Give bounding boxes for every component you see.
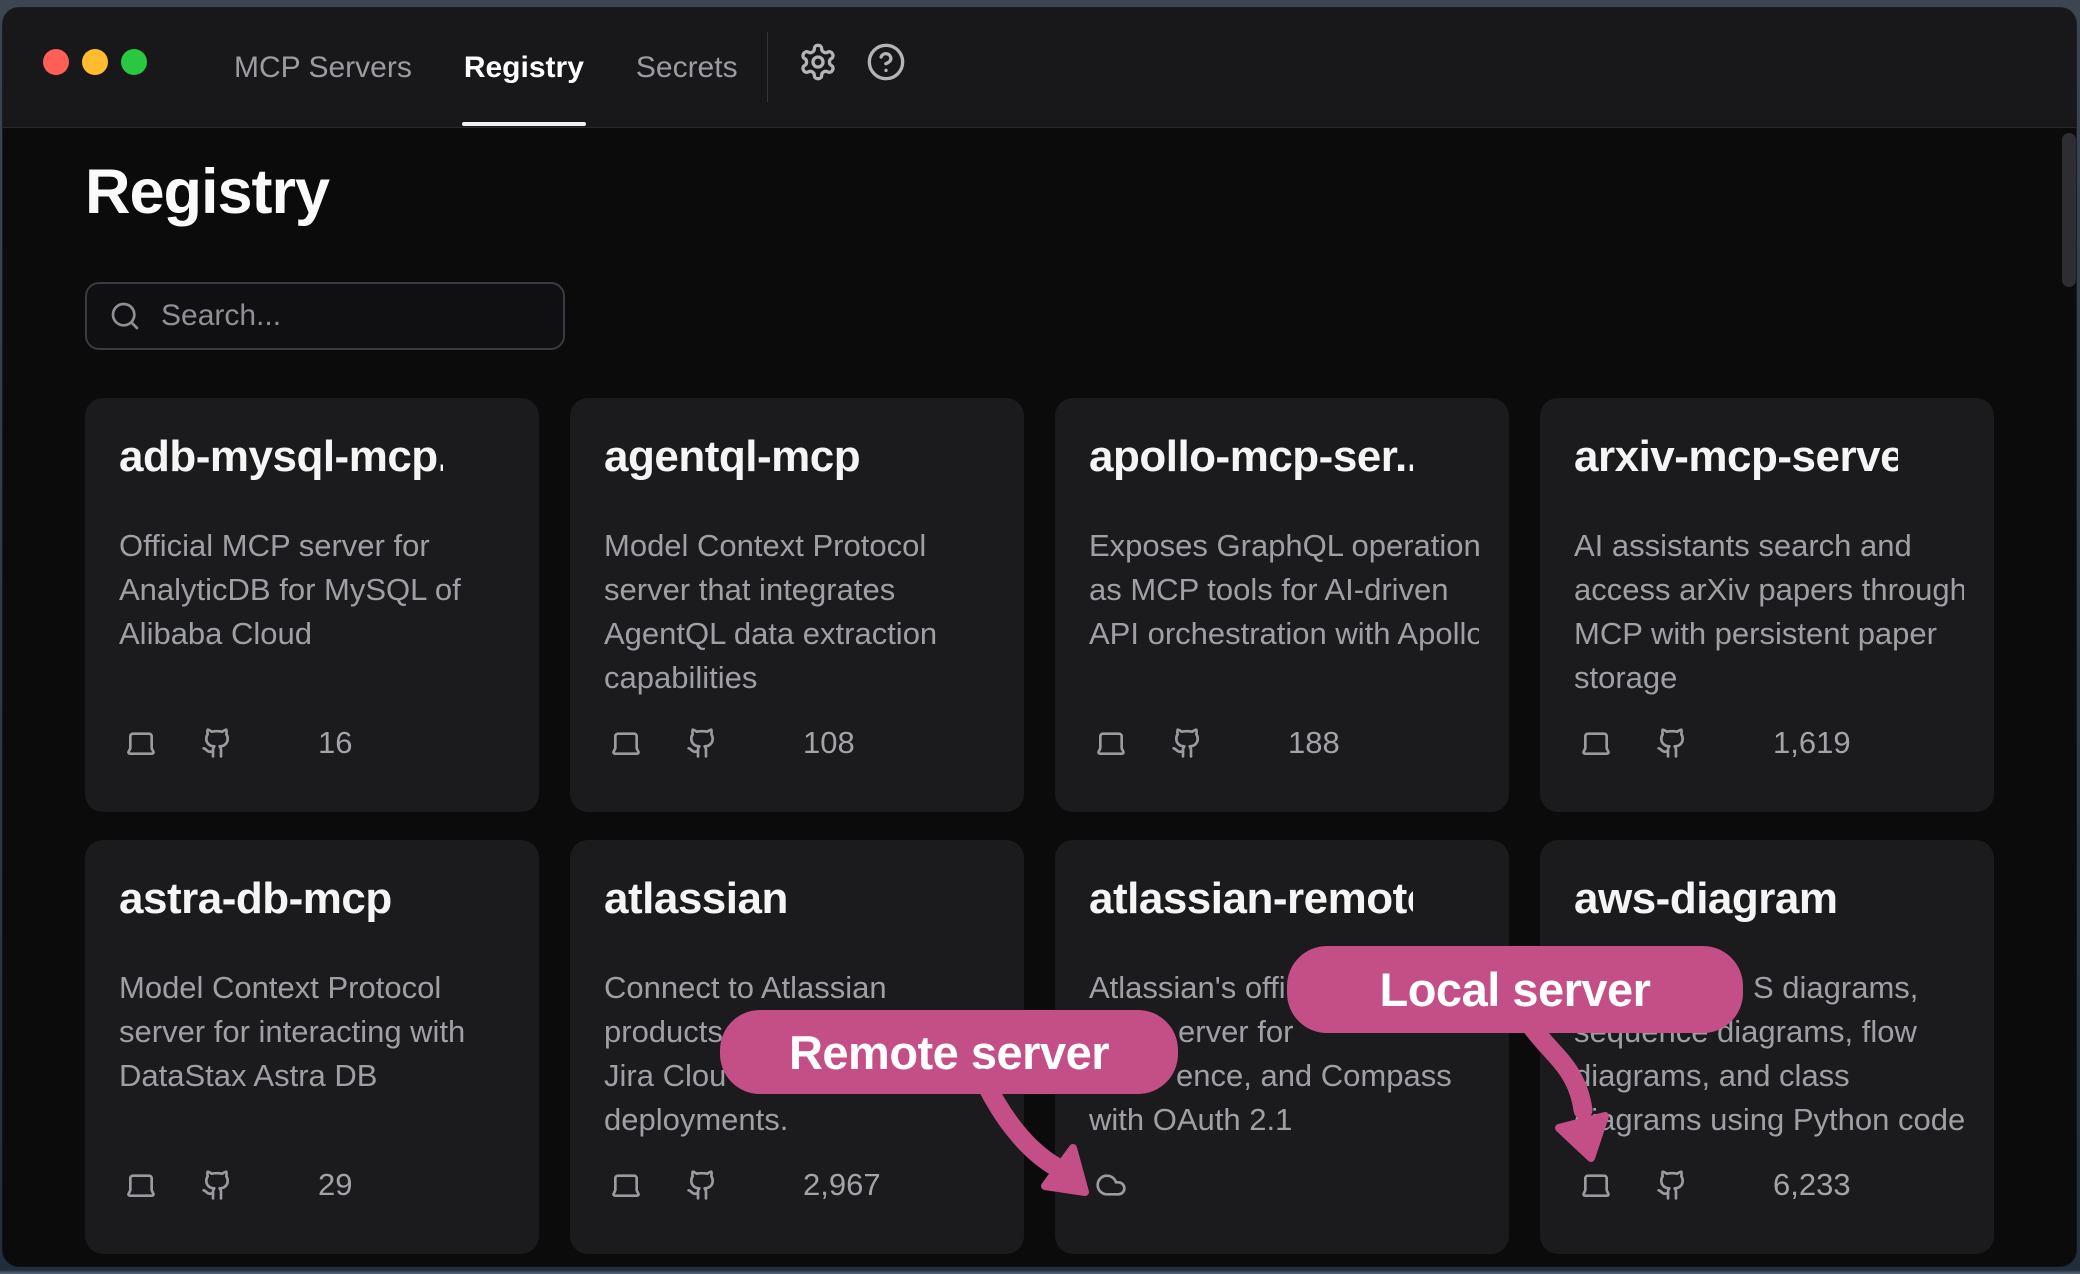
server-description: Model Context Protocolserver for interac… xyxy=(119,966,509,1098)
star-count: 29 xyxy=(318,1167,352,1203)
github-icon xyxy=(201,727,233,759)
github-icon xyxy=(1656,727,1688,759)
laptop-icon xyxy=(610,1169,642,1201)
laptop-icon xyxy=(125,1169,157,1201)
github-icon xyxy=(201,1169,233,1201)
add-server-button[interactable] xyxy=(1439,434,1483,478)
server-card[interactable]: arxiv-mcp-server AI assistants search an… xyxy=(1540,398,1994,812)
settings-gear-icon[interactable] xyxy=(798,42,838,82)
star-count: 188 xyxy=(1288,725,1340,761)
search-icon xyxy=(109,300,141,332)
server-description: Official MCP server forAnalyticDB for My… xyxy=(119,524,509,656)
server-card[interactable]: astra-db-mcp Model Context Protocolserve… xyxy=(85,840,539,1254)
page-title: Registry xyxy=(85,156,329,228)
github-icon xyxy=(1656,1169,1688,1201)
laptop-icon xyxy=(610,727,642,759)
app-window: MCP Servers Registry Secrets Registry ad… xyxy=(3,8,2076,1266)
server-card[interactable]: apollo-mcp-ser... Exposes GraphQL operat… xyxy=(1055,398,1509,812)
card-footer: 6,233 xyxy=(1580,1168,1851,1202)
tab-secrets[interactable]: Secrets xyxy=(634,8,740,128)
star-rating: 2,967 xyxy=(788,1167,881,1203)
server-card[interactable]: aws-diagram S diagrams,sequence diagrams… xyxy=(1540,840,1994,1254)
cloud-icon xyxy=(1095,1169,1127,1201)
add-server-button[interactable] xyxy=(954,434,998,478)
card-footer: 1,619 xyxy=(1580,726,1851,760)
main-tabs: MCP Servers Registry Secrets xyxy=(232,8,740,128)
laptop-icon xyxy=(1580,1169,1612,1201)
server-card[interactable]: agentql-mcp Model Context Protocolserver… xyxy=(570,398,1024,812)
capability-icons xyxy=(610,727,762,759)
server-description: Exposes GraphQL operationsas MCP tools f… xyxy=(1089,524,1479,656)
topbar-divider xyxy=(767,32,768,102)
github-icon xyxy=(1171,727,1203,759)
server-name: astra-db-mcp xyxy=(119,874,443,924)
add-server-button[interactable] xyxy=(954,876,998,920)
server-description: AI assistants search andaccess arXiv pap… xyxy=(1574,524,1964,700)
server-description: Model Context Protocolserver that integr… xyxy=(604,524,994,700)
star-rating: 6,233 xyxy=(1758,1167,1851,1203)
star-rating: 108 xyxy=(788,725,855,761)
add-server-button[interactable] xyxy=(1924,876,1968,920)
tab-mcp-servers[interactable]: MCP Servers xyxy=(232,8,414,128)
star-rating: 16 xyxy=(303,725,352,761)
github-icon xyxy=(686,727,718,759)
minimize-window-button[interactable] xyxy=(82,49,108,75)
server-name: atlassian-remote xyxy=(1089,874,1413,924)
card-footer xyxy=(1095,1168,1171,1202)
zoom-window-button[interactable] xyxy=(121,49,147,75)
help-icon[interactable] xyxy=(866,42,906,82)
add-server-button[interactable] xyxy=(469,434,513,478)
capability-icons xyxy=(125,727,277,759)
server-name: apollo-mcp-ser... xyxy=(1089,432,1413,482)
top-bar: MCP Servers Registry Secrets xyxy=(3,8,2076,128)
server-name: aws-diagram xyxy=(1574,874,1898,924)
capability-icons xyxy=(125,1169,277,1201)
github-icon xyxy=(686,1169,718,1201)
laptop-icon xyxy=(125,727,157,759)
capability-icons xyxy=(1580,727,1732,759)
laptop-icon xyxy=(1580,727,1612,759)
scrollbar-thumb[interactable] xyxy=(2062,133,2076,287)
server-name: adb-mysql-mcp... xyxy=(119,432,443,482)
card-footer: 108 xyxy=(610,726,855,760)
add-server-button[interactable] xyxy=(1439,876,1483,920)
star-count: 1,619 xyxy=(1773,725,1851,761)
window-controls xyxy=(43,49,147,75)
card-footer: 188 xyxy=(1095,726,1340,760)
capability-icons xyxy=(1580,1169,1732,1201)
server-card[interactable]: adb-mysql-mcp... Official MCP server for… xyxy=(85,398,539,812)
star-count: 2,967 xyxy=(803,1167,881,1203)
star-count: 6,233 xyxy=(1773,1167,1851,1203)
capability-icons xyxy=(1095,727,1247,759)
star-rating: 1,619 xyxy=(1758,725,1851,761)
star-count: 108 xyxy=(803,725,855,761)
server-name: arxiv-mcp-server xyxy=(1574,432,1898,482)
tab-registry[interactable]: Registry xyxy=(462,8,586,128)
card-footer: 2,967 xyxy=(610,1168,881,1202)
card-footer: 29 xyxy=(125,1168,352,1202)
card-footer: 16 xyxy=(125,726,352,760)
star-count: 16 xyxy=(318,725,352,761)
annotation-local-server: Local server xyxy=(1287,946,1743,1033)
close-window-button[interactable] xyxy=(43,49,69,75)
add-server-button[interactable] xyxy=(469,876,513,920)
capability-icons xyxy=(610,1169,762,1201)
annotation-remote-server: Remote server xyxy=(720,1010,1178,1094)
capability-icons xyxy=(1095,1169,1171,1201)
add-server-button[interactable] xyxy=(1924,434,1968,478)
server-name: atlassian xyxy=(604,874,928,924)
server-name: agentql-mcp xyxy=(604,432,928,482)
laptop-icon xyxy=(1095,727,1127,759)
search-input[interactable] xyxy=(161,299,541,333)
star-rating: 188 xyxy=(1273,725,1340,761)
search-box[interactable] xyxy=(85,282,565,350)
star-rating: 29 xyxy=(303,1167,352,1203)
